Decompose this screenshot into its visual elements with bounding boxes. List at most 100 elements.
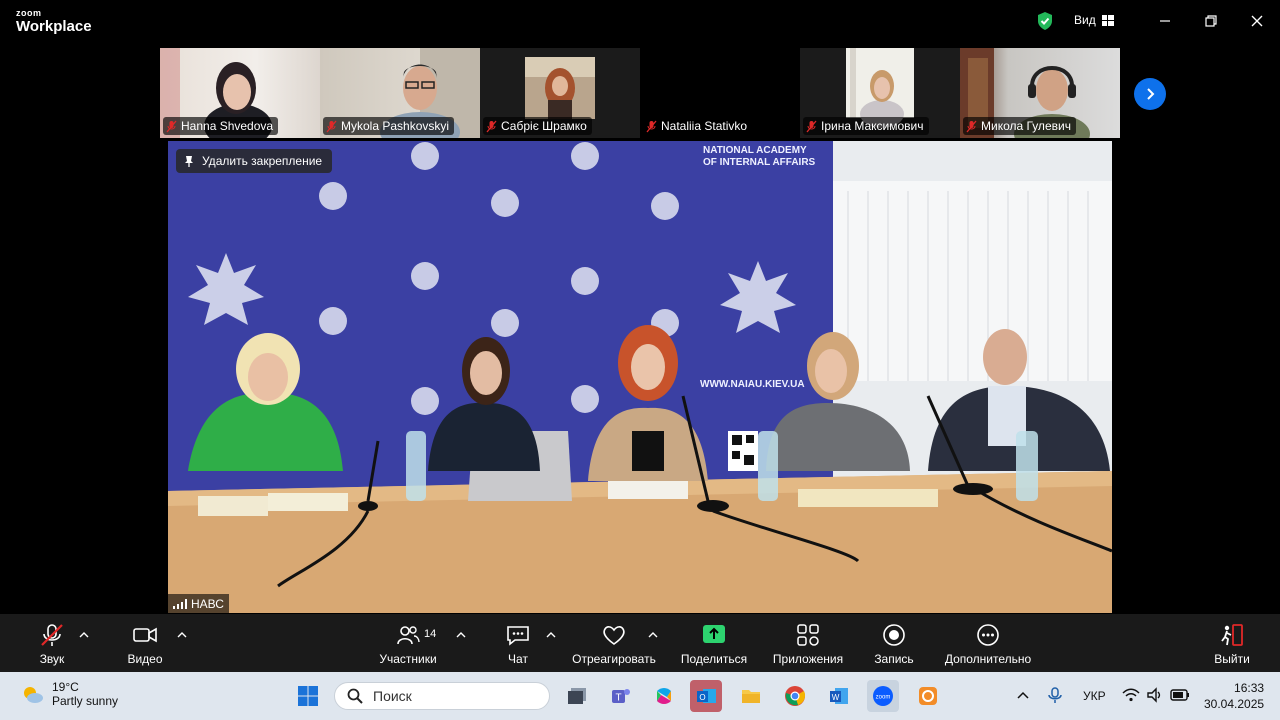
security-shield-icon[interactable] xyxy=(1036,11,1054,31)
video-camera-icon xyxy=(133,627,157,643)
leave-label: Выйти xyxy=(1214,652,1250,666)
weather-widget[interactable]: 19°C Partly sunny xyxy=(20,680,118,708)
mic-muted-icon xyxy=(806,120,817,132)
taskbar-search[interactable]: Поиск xyxy=(334,682,550,710)
backdrop-title: NATIONAL ACADEMY OF INTERNAL AFFAIRS xyxy=(703,145,816,168)
view-label: Вид xyxy=(1074,13,1096,27)
participant-name-tag: Сабріє Шрамко xyxy=(483,117,592,135)
video-label: Видео xyxy=(127,652,163,666)
keyboard-language[interactable]: УКР xyxy=(1083,689,1106,703)
apps-icon xyxy=(797,624,819,646)
participant-name: Микола Гулевич xyxy=(981,119,1071,133)
record-button[interactable]: Запись xyxy=(846,622,942,670)
next-page-button[interactable] xyxy=(1134,78,1166,110)
mic-muted-icon xyxy=(486,120,497,132)
grid-icon xyxy=(1101,14,1114,26)
backdrop-url: WWW.NAIAU.KIEV.UA xyxy=(700,379,805,390)
leave-button[interactable]: Выйти xyxy=(1184,622,1280,670)
close-icon xyxy=(1251,15,1263,27)
more-button[interactable]: Дополнительно xyxy=(940,622,1036,670)
chrome-app[interactable] xyxy=(779,680,811,712)
participant-tile[interactable]: Микола Гулевич xyxy=(960,48,1120,138)
pin-icon xyxy=(185,156,193,167)
participant-name-tag: Nataliia Stativko xyxy=(643,117,753,135)
start-button[interactable] xyxy=(292,680,324,712)
logo-small-text: zoom xyxy=(16,8,42,18)
word-app[interactable]: W xyxy=(823,680,855,712)
chat-icon xyxy=(507,626,529,646)
speaker-name: НАВС xyxy=(191,596,224,611)
outlook-app[interactable]: O xyxy=(690,680,722,712)
record-label: Запись xyxy=(874,652,914,666)
active-speaker-video[interactable]: NATIONAL ACADEMY OF INTERNAL AFFAIRS WWW… xyxy=(168,141,1112,613)
copilot-icon xyxy=(657,688,671,704)
file-explorer-app[interactable] xyxy=(735,680,767,712)
temperature: 19°C xyxy=(52,680,79,694)
zoom-logo: zoom Workplace xyxy=(16,8,92,35)
svg-text:T: T xyxy=(615,693,621,704)
apps-button[interactable]: Приложения xyxy=(760,622,856,670)
participant-tile[interactable]: Mykola Pashkovskyi xyxy=(320,48,480,138)
share-screen-icon xyxy=(703,625,725,643)
participants-button[interactable]: Участники xyxy=(360,622,456,670)
microphone-tray-icon[interactable] xyxy=(1045,686,1065,704)
logo-big-text: Workplace xyxy=(16,18,92,35)
participant-tile[interactable]: Ірина Максимович xyxy=(800,48,960,138)
participant-name-tag: Микола Гулевич xyxy=(963,117,1076,135)
chat-label: Чат xyxy=(508,652,528,666)
participant-name: Mykola Pashkovskyi xyxy=(341,119,450,133)
wifi-icon[interactable] xyxy=(1122,687,1140,703)
participant-tile[interactable]: Nataliia Stativko xyxy=(640,48,800,138)
leave-icon xyxy=(1221,624,1243,646)
participants-options-chevron-up-icon[interactable] xyxy=(456,630,466,638)
audio-label: Звук xyxy=(39,652,65,666)
zoom-app[interactable]: zoom xyxy=(867,680,899,712)
mic-muted-icon xyxy=(966,120,977,132)
chrome-icon xyxy=(785,686,806,706)
participant-name-tag: Hanna Shvedova xyxy=(163,117,279,135)
teams-app[interactable]: T xyxy=(604,680,636,712)
folder-icon xyxy=(742,690,760,703)
react-options-chevron-up-icon[interactable] xyxy=(648,630,658,638)
audio-options-chevron-up-icon[interactable] xyxy=(79,630,89,638)
participant-name: Ірина Максимович xyxy=(821,119,924,133)
apps-label: Приложения xyxy=(772,652,844,666)
chat-options-chevron-up-icon[interactable] xyxy=(546,630,556,638)
title-bar: zoom Workplace Вид xyxy=(0,0,1280,44)
participant-name-tag: Ірина Максимович xyxy=(803,117,929,135)
view-button[interactable]: Вид xyxy=(1074,13,1114,27)
orange-app-icon xyxy=(919,687,937,705)
svg-text:O: O xyxy=(699,693,705,702)
partly-sunny-icon xyxy=(24,687,43,703)
svg-text:zoom: zoom xyxy=(876,695,891,701)
participant-tile[interactable]: Hanna Shvedova xyxy=(160,48,320,138)
video-frame xyxy=(168,141,1112,613)
react-label: Отреагировать xyxy=(572,652,656,666)
taskbar-clock[interactable]: 16:33 30.04.2025 xyxy=(1204,680,1264,712)
participant-name: Сабріє Шрамко xyxy=(501,119,587,133)
search-placeholder: Поиск xyxy=(373,688,412,704)
restore-button[interactable] xyxy=(1198,10,1224,32)
teams-icon: T xyxy=(612,689,630,704)
participant-tile[interactable]: Сабріє Шрамко xyxy=(480,48,640,138)
participant-name: Nataliia Stativko xyxy=(661,119,748,133)
windows-taskbar: 19°C Partly sunny Поиск T O W zoom УКР 1… xyxy=(0,672,1280,720)
battery-icon[interactable] xyxy=(1170,687,1190,703)
mic-muted-icon xyxy=(166,120,177,132)
other-app[interactable] xyxy=(912,680,944,712)
close-button[interactable] xyxy=(1244,10,1270,32)
unpin-label: Удалить закрепление xyxy=(202,154,323,168)
participant-name: Hanna Shvedova xyxy=(181,119,274,133)
video-options-chevron-up-icon[interactable] xyxy=(177,630,187,638)
word-icon: W xyxy=(830,688,848,704)
minimize-button[interactable] xyxy=(1152,10,1178,32)
volume-icon[interactable] xyxy=(1146,687,1164,703)
mic-muted-icon xyxy=(326,120,337,132)
more-icon xyxy=(977,624,999,646)
task-view-button[interactable] xyxy=(561,680,593,712)
show-hidden-icons-chevron-up-icon[interactable] xyxy=(1017,690,1029,700)
clock-date: 30.04.2025 xyxy=(1204,697,1265,711)
share-screen-button[interactable]: Поделиться xyxy=(666,622,762,670)
unpin-button[interactable]: Удалить закрепление xyxy=(176,149,333,173)
copilot-app[interactable] xyxy=(648,680,680,712)
